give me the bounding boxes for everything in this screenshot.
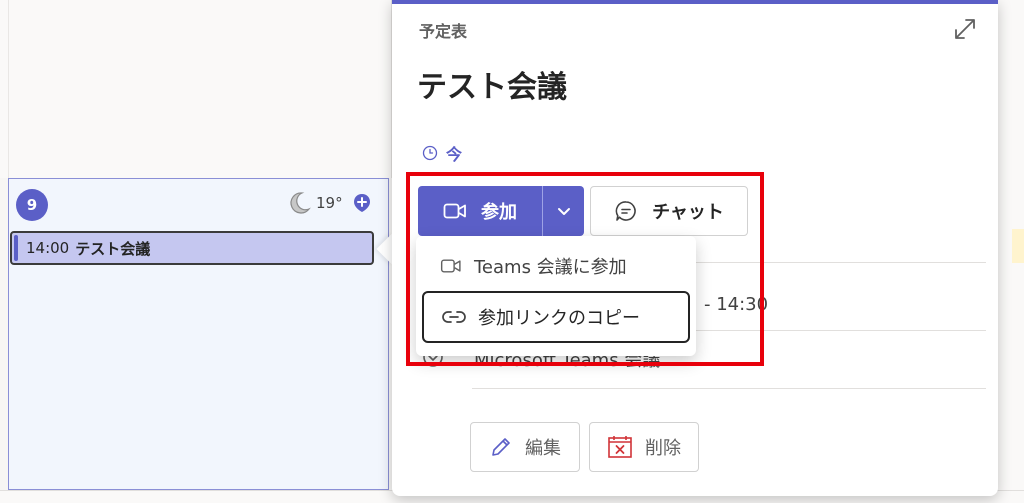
calendar-label: 予定表 — [419, 22, 468, 41]
moon-icon — [290, 192, 311, 214]
menu-item-copy-join-link[interactable]: 参加リンクのコピー — [422, 291, 690, 343]
chat-button[interactable]: チャット — [590, 186, 748, 236]
video-camera-icon — [440, 259, 461, 273]
weather-temperature: 19° — [316, 194, 343, 212]
calendar-event[interactable]: 14:00 テスト会議 — [10, 231, 374, 265]
calendar-delete-icon — [608, 436, 632, 458]
delete-button-label: 削除 — [645, 438, 681, 459]
today-marker — [1012, 229, 1024, 263]
edit-button[interactable]: 編集 — [470, 422, 580, 472]
link-icon — [442, 311, 466, 323]
chevron-down-icon — [557, 208, 570, 215]
time-status: 今 — [446, 145, 463, 164]
join-button-label: 参加 — [481, 202, 517, 223]
join-button-group: 参加 — [418, 186, 584, 236]
calendar-day-cell[interactable] — [8, 178, 389, 490]
grid-line — [8, 0, 9, 178]
menu-item-join-teams-meeting[interactable]: Teams 会議に参加 — [422, 240, 690, 292]
menu-item-label: Teams 会議に参加 — [474, 257, 627, 278]
video-camera-icon — [443, 203, 466, 219]
divider — [472, 388, 986, 389]
chat-button-label: チャット — [652, 202, 724, 223]
event-time-range: - 14:30 — [704, 294, 769, 315]
event-time: 14:00 — [26, 239, 70, 257]
chat-icon — [615, 201, 636, 221]
event-time-row: 今 — [422, 141, 462, 165]
join-button[interactable]: 参加 — [418, 186, 542, 236]
weather-info: 19° — [286, 190, 343, 216]
menu-item-label: 参加リンクのコピー — [478, 308, 640, 329]
clock-icon — [422, 145, 438, 161]
delete-button[interactable]: 削除 — [589, 422, 699, 472]
event-title: テスト会議 — [75, 239, 151, 258]
day-number-badge: 9 — [16, 189, 48, 221]
edit-button-label: 編集 — [525, 438, 561, 459]
join-options-menu: Teams 会議に参加 参加リンクのコピー — [416, 236, 696, 356]
event-title-heading: テスト会議 — [417, 70, 567, 105]
join-options-dropdown[interactable] — [542, 186, 584, 236]
expand-icon[interactable] — [952, 16, 978, 42]
add-event-icon[interactable] — [352, 193, 372, 213]
calendar-grid-previous-row — [0, 0, 392, 178]
pencil-icon — [492, 438, 510, 456]
